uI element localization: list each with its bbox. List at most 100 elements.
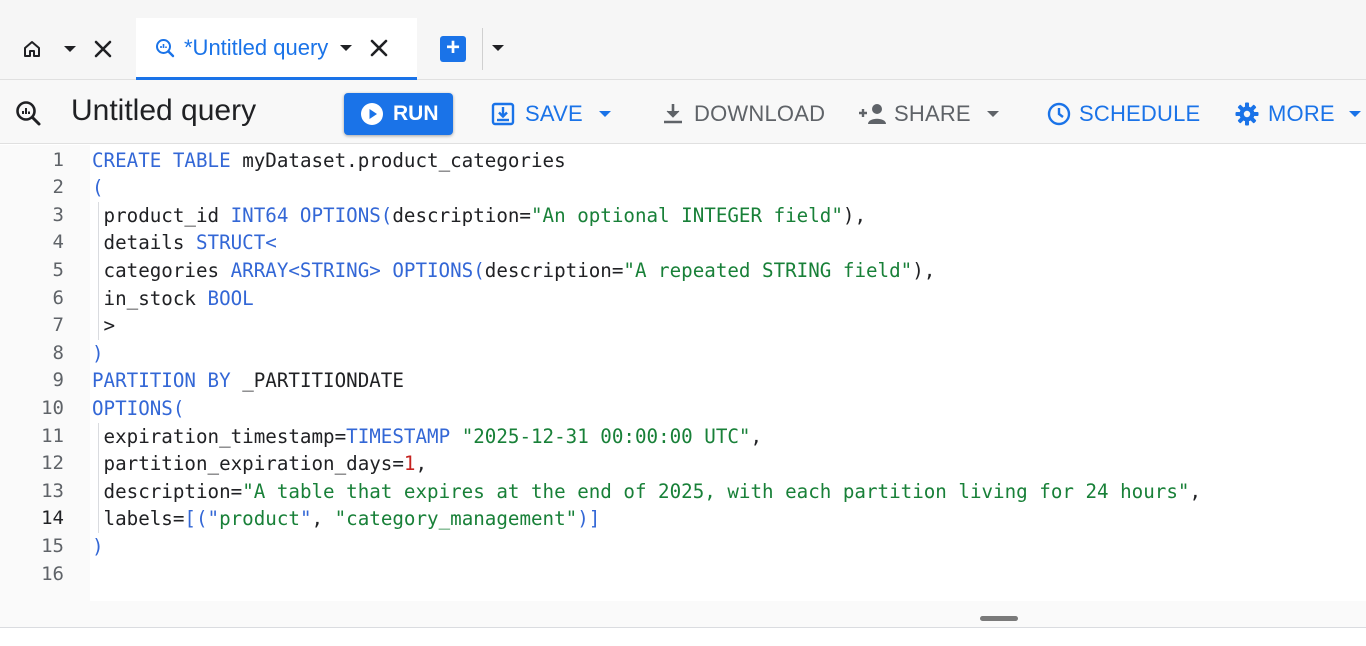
code-token: details <box>92 231 196 255</box>
plus-icon: + <box>445 34 460 61</box>
code-token: expiration_timestamp= <box>92 424 347 448</box>
code-token: product <box>219 507 300 531</box>
code-token: description= <box>92 479 243 503</box>
save-icon <box>491 102 515 126</box>
save-button[interactable]: SAVE <box>490 100 611 128</box>
code-line: in_stock BOOL <box>92 285 254 313</box>
code-token: 1 <box>403 452 416 476</box>
code-line: ) <box>92 340 104 368</box>
line-number: 16 <box>41 562 64 585</box>
code-line: expiration_timestamp=TIMESTAMP "2025-12-… <box>92 423 763 451</box>
line-number: 13 <box>41 479 64 502</box>
line-number: 5 <box>52 258 64 281</box>
schedule-button[interactable]: SCHEDULE <box>1046 100 1200 128</box>
line-number: 6 <box>52 286 64 309</box>
line-number: 14 <box>41 507 64 530</box>
code-token: myDataset.product_categories <box>242 148 566 172</box>
query-toolbar: Untitled query RUN SAVE DOWNLOAD SHARE S… <box>0 80 1366 144</box>
query-tab-dropdown-icon[interactable] <box>340 44 353 51</box>
code-token: )] <box>577 507 601 531</box>
code-token: "An optional INTEGER field" <box>530 203 843 227</box>
home-tab-dropdown-icon[interactable] <box>64 46 76 52</box>
code-token: , <box>311 507 335 531</box>
save-dropdown-icon[interactable] <box>598 111 611 117</box>
more-dropdown-icon[interactable] <box>1348 111 1361 117</box>
sql-editor[interactable]: 1 2 3 4 5 6 7 8 9 10 11 12 13 14 15 16 CREATE TABLE myD… <box>0 145 1366 601</box>
code-token: STRUCT< <box>195 231 277 255</box>
code-token: "A repeated STRING field" <box>623 258 913 282</box>
query-icon <box>16 101 41 126</box>
code-line: details STRUCT< <box>92 229 277 257</box>
gear-icon <box>1235 102 1259 126</box>
code-line: OPTIONS( <box>92 395 184 423</box>
code-token: OPTIONS( <box>92 396 185 420</box>
share-dropdown-icon[interactable] <box>986 111 999 117</box>
code-token: partition_expiration_days= <box>92 452 404 476</box>
code-token: ), <box>912 258 936 282</box>
code-token: BOOL <box>207 286 254 310</box>
code-token: > <box>92 314 116 338</box>
more-label: MORE <box>1268 101 1335 126</box>
code-line: ) <box>92 533 104 561</box>
code-line: product_id INT64 OPTIONS(description="An… <box>92 202 866 230</box>
code-token: ), <box>842 203 866 227</box>
play-icon <box>361 103 383 125</box>
code-token: description= <box>392 203 531 227</box>
home-icon <box>24 41 40 57</box>
code-token: " <box>299 507 312 531</box>
code-line: partition_expiration_days=1, <box>92 450 427 478</box>
line-number: 9 <box>52 369 64 392</box>
tab-bar: *Untitled query + <box>0 0 1366 80</box>
code-token: ) <box>92 534 104 558</box>
more-button[interactable]: MORE <box>1234 100 1361 128</box>
code-token: , <box>415 452 428 476</box>
line-number: 4 <box>52 231 64 254</box>
download-button[interactable]: DOWNLOAD <box>660 100 825 128</box>
query-icon <box>156 38 175 57</box>
schedule-label: SCHEDULE <box>1079 101 1201 126</box>
run-button[interactable]: RUN <box>344 93 453 135</box>
download-icon <box>664 104 682 124</box>
tab-divider <box>482 28 483 70</box>
save-label: SAVE <box>525 101 583 126</box>
code-line: ( <box>92 174 104 202</box>
code-token: "category_management" <box>334 507 578 531</box>
more-tabs-dropdown-icon[interactable] <box>492 45 504 51</box>
code-token: "A table that expires at the end of 2025… <box>242 479 1190 503</box>
add-person-icon <box>859 104 886 124</box>
close-query-tab-icon[interactable] <box>368 37 390 59</box>
new-tab-button[interactable]: + <box>440 36 466 62</box>
home-tab[interactable] <box>20 33 114 65</box>
share-button[interactable]: SHARE <box>857 100 999 128</box>
code-area[interactable]: CREATE TABLE myDataset.product_categorie… <box>90 145 1366 601</box>
code-token: , <box>1189 479 1202 503</box>
download-label: DOWNLOAD <box>694 101 826 126</box>
indent-guide <box>98 422 99 533</box>
line-number: 11 <box>41 424 64 447</box>
editor-bottom-strip <box>0 601 1366 628</box>
line-number: 10 <box>41 396 64 419</box>
results-pane-top <box>0 629 1366 646</box>
code-token: categories <box>92 258 231 282</box>
code-token: description= <box>484 258 624 282</box>
code-line: CREATE TABLE myDataset.product_categorie… <box>92 147 566 175</box>
resize-handle[interactable] <box>980 616 1018 621</box>
code-token: , <box>750 424 763 448</box>
line-number: 12 <box>41 452 64 475</box>
page-title: Untitled query <box>71 94 257 127</box>
code-line: description="A table that expires at the… <box>92 478 1201 506</box>
share-label: SHARE <box>894 101 971 126</box>
code-token: "2025-12-31 00:00:00 UTC" <box>461 424 751 448</box>
code-token: product_id <box>92 203 231 227</box>
line-number: 1 <box>52 148 64 171</box>
code-token: ARRAY<STRING> OPTIONS( <box>230 258 485 282</box>
close-home-tab-icon[interactable] <box>92 38 114 60</box>
line-number: 3 <box>52 203 64 226</box>
code-token: _PARTITIONDATE <box>242 369 404 393</box>
code-line: PARTITION BY _PARTITIONDATE <box>92 367 404 395</box>
tab-untitled-query[interactable]: *Untitled query <box>136 18 417 80</box>
line-number: 8 <box>52 341 64 364</box>
code-token: [(" <box>184 507 220 531</box>
code-token: INT64 OPTIONS( <box>230 203 393 227</box>
clock-icon <box>1047 102 1071 126</box>
